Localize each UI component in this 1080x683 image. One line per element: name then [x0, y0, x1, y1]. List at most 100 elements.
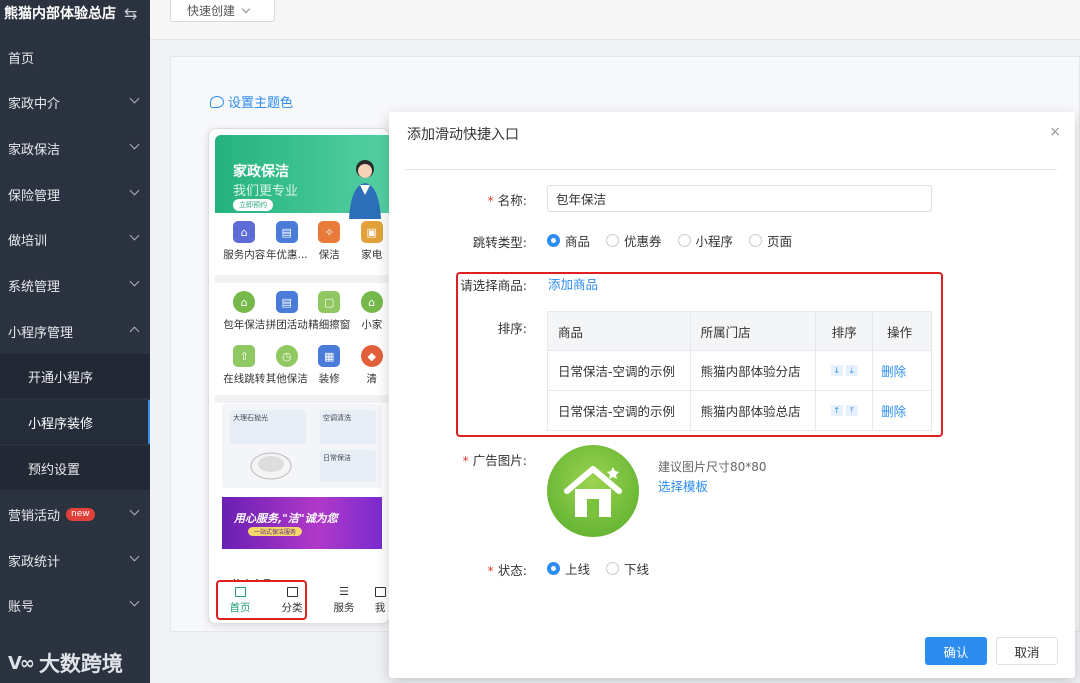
radio-label: 上线 — [565, 562, 591, 577]
watermark-logo-icon: ᐯ∞ — [8, 652, 35, 674]
status-radio-group: 上线 下线 — [547, 559, 665, 578]
status-label-text: 状态: — [497, 563, 527, 578]
cancel-button[interactable]: 取消 — [996, 637, 1058, 665]
name-input[interactable]: 包年保洁 — [547, 185, 932, 212]
sidebar-item-insurance[interactable]: 保险管理 — [0, 172, 150, 216]
hero-title: 家政保洁 — [233, 164, 289, 180]
hero-subtitle: 我们更专业 — [233, 184, 299, 199]
radio-jump-coupon[interactable]: 优惠券 — [606, 231, 662, 250]
ad-image-label: * 广告图片: — [407, 450, 527, 469]
promo-banner[interactable]: 用心服务,"洁"诚为您 一站式保洁服务 — [222, 497, 382, 549]
chevron-down-icon — [129, 596, 140, 607]
grid-item-label: 小家 — [361, 319, 383, 331]
grid-item-label: 清 — [366, 373, 378, 385]
radio-jump-goods[interactable]: 商品 — [547, 231, 590, 250]
choose-template-link[interactable]: 选择模板 — [658, 476, 708, 495]
hero-book-button[interactable]: 立即预约 — [233, 199, 273, 211]
window-icon: ▢ — [318, 291, 341, 313]
icon-grid-row-1: ⌂ 服务内容 ▤ 年优惠... ✧ 保洁 ▣ 家电 — [223, 221, 390, 262]
sidebar-item-stats[interactable]: 家政统计 — [0, 538, 150, 582]
hero-banner[interactable]: 家政保洁 我们更专业 立即预约 — [215, 135, 389, 219]
quick-create-label: 快速创建 — [187, 4, 236, 18]
jump-type-label: 跳转类型: — [472, 235, 527, 250]
tab-label: 我 — [374, 602, 386, 614]
sidebar-item-account[interactable]: 账号 — [0, 583, 150, 627]
radio-jump-miniprogram[interactable]: 小程序 — [677, 231, 733, 250]
grid-item[interactable]: ◷ 其他保洁 — [266, 345, 309, 386]
grid-item[interactable]: ✧ 保洁 — [308, 221, 351, 262]
tab-mine[interactable]: 我 — [370, 582, 390, 620]
sidebar-subitem-booking[interactable]: 预约设置 — [0, 446, 150, 490]
sidebar-subitem-decoration[interactable]: 小程序装修 — [0, 400, 150, 444]
user-tab-icon — [374, 587, 386, 597]
grid-item-label: 家电 — [361, 249, 383, 261]
close-icon[interactable]: × — [1049, 124, 1061, 140]
sidebar-item-training[interactable]: 做培训 — [0, 217, 150, 261]
sidebar-item-label: 开通小程序 — [28, 370, 94, 386]
collapse-toggle-icon[interactable]: ⇆ — [124, 4, 137, 23]
sidebar-item-home[interactable]: 首页 — [0, 35, 150, 79]
grid-item[interactable]: ⌂ 包年保洁 — [223, 291, 266, 332]
list-tab-icon: ☰ — [339, 585, 349, 598]
grid-item-label: 精细擦窗 — [308, 319, 351, 331]
grid-item-label: 包年保洁 — [223, 319, 266, 331]
promo-card-marble[interactable]: 大理石抛光 — [230, 410, 306, 444]
sidebar-item-label: 系统管理 — [8, 279, 61, 295]
grid-item[interactable]: ▢ 精细擦窗 — [308, 291, 351, 332]
radio-jump-page[interactable]: 页面 — [749, 231, 792, 250]
grid-item-label: 装修 — [318, 373, 340, 385]
sidebar-item-marketing[interactable]: 营销活动 new — [0, 492, 150, 536]
radio-dot — [606, 562, 620, 575]
brand-name: 熊猫内部体验总店 — [4, 6, 116, 22]
grid-item[interactable]: ⇧ 在线跳转 — [223, 345, 266, 386]
chevron-down-icon — [241, 4, 251, 14]
sidebar-item-cleaning[interactable]: 家政保洁 — [0, 126, 150, 170]
sidebar-item-miniprogram[interactable]: 小程序管理 — [0, 309, 150, 353]
promo-card-daily[interactable]: 日常保洁 — [320, 450, 376, 482]
jump-type-radio-group: 商品 优惠券 小程序 页面 — [547, 231, 808, 250]
chevron-up-icon — [129, 326, 140, 337]
calendar-icon: ▤ — [275, 221, 298, 243]
sidebar-item-label: 首页 — [8, 51, 35, 67]
theme-color-link[interactable]: 设置主题色 — [210, 92, 293, 111]
promo-card-ac[interactable]: 空调清洗 — [320, 410, 376, 444]
grid-item[interactable]: ▤ 拼团活动 — [266, 291, 309, 332]
chevron-down-icon — [129, 230, 140, 241]
sidebar-item-label: 保险管理 — [8, 188, 61, 204]
grid-item[interactable]: ▣ 家电 — [351, 221, 390, 262]
ad-image-preview[interactable] — [547, 445, 639, 537]
chevron-down-icon — [129, 551, 140, 562]
radio-status-online[interactable]: 上线 — [547, 559, 590, 578]
sidebar-item-agency[interactable]: 家政中介 — [0, 80, 150, 124]
person-illustration-icon — [349, 160, 381, 219]
grid-item[interactable]: ▤ 年优惠... — [266, 221, 309, 262]
banner-title: 用心服务,"洁"诚为您 — [234, 512, 338, 525]
grid-item-label: 保洁 — [318, 249, 340, 261]
sidebar-item-system[interactable]: 系统管理 — [0, 263, 150, 307]
theme-color-label: 设置主题色 — [228, 96, 294, 111]
sidebar-item-label: 家政统计 — [8, 554, 61, 570]
section-divider — [215, 395, 389, 403]
tab-service[interactable]: ☰ 服务 — [318, 582, 370, 620]
chevron-down-icon — [129, 139, 140, 150]
name-label-text: 名称: — [497, 193, 527, 208]
grid-item[interactable]: ⌂ 小家 — [351, 291, 390, 332]
promo-section: 大理石抛光 空调清洗 日常保洁 — [222, 404, 382, 488]
sidebar-item-label: 预约设置 — [28, 462, 81, 478]
chevron-down-icon — [129, 93, 140, 104]
sidebar-subitem-open-miniprogram[interactable]: 开通小程序 — [0, 354, 150, 398]
radio-status-offline[interactable]: 下线 — [606, 559, 649, 578]
grid-item[interactable]: ▦ 装修 — [308, 345, 351, 386]
radio-dot — [547, 234, 560, 247]
banner-subtitle: 一站式保洁服务 — [248, 527, 303, 536]
dialog-title: 添加滑动快捷入口 — [407, 127, 519, 143]
grid-item[interactable]: ◆ 清 — [351, 345, 390, 386]
grid-item-label: 年优惠... — [265, 249, 308, 261]
sidebar-item-label: 家政中介 — [8, 96, 61, 112]
sidebar-item-label: 账号 — [8, 599, 35, 615]
confirm-button[interactable]: 确认 — [925, 637, 987, 665]
grid-item[interactable]: ⌂ 服务内容 — [223, 221, 266, 262]
radio-dot — [606, 234, 620, 247]
chevron-down-icon — [129, 276, 140, 287]
quick-create-dropdown[interactable]: 快速创建 — [170, 0, 275, 22]
